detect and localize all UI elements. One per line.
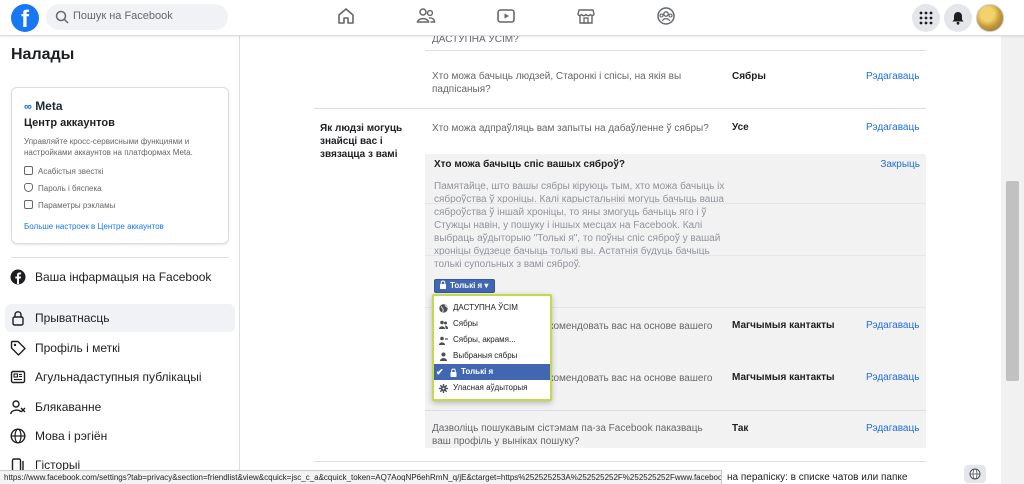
sidebar-item-label: Прыватнасць xyxy=(35,311,110,325)
audience-option-only-me[interactable]: ✔ Толькі я xyxy=(434,364,550,380)
news-icon xyxy=(10,370,26,384)
accounts-center-link[interactable]: Больше настроек в Центре аккаунтов xyxy=(24,222,164,231)
avatar[interactable] xyxy=(976,4,1004,32)
settings-sidebar: Налады ∞ Meta Центр аккаунтов Управляйте… xyxy=(0,36,240,484)
gear-icon xyxy=(439,384,448,393)
settings-title: Налады xyxy=(11,46,75,63)
edit-email-lookup-link[interactable]: Рэдагаваць xyxy=(866,320,919,331)
grid-icon xyxy=(919,11,933,25)
close-link[interactable]: Закрыць xyxy=(880,159,920,170)
email-lookup-value: Магчымыя кантакты xyxy=(732,320,835,331)
globe-icon xyxy=(969,468,981,480)
lock-icon xyxy=(440,280,446,289)
audience-option-public[interactable]: ДАСТУПНА ЎСІМ xyxy=(434,300,550,316)
following-visibility-question: Хто можа бачыць людзей, Старонкі і спісы… xyxy=(432,71,682,95)
sidebar-item-label: Профіль і меткі xyxy=(35,341,121,355)
friends-icon xyxy=(439,320,448,329)
meta-item-personal-details[interactable]: Асабістыя звесткі xyxy=(24,166,103,176)
friends-icon[interactable] xyxy=(416,6,440,28)
meta-infinity-icon: ∞ xyxy=(24,101,32,113)
id-card-icon xyxy=(24,166,33,175)
checkmark-icon: ✔ xyxy=(436,367,444,377)
sidebar-divider xyxy=(11,257,229,258)
home-icon[interactable] xyxy=(336,6,360,28)
globe-icon xyxy=(10,428,26,444)
lock-icon xyxy=(12,311,24,326)
globe-icon xyxy=(439,304,448,313)
search-box[interactable]: Пошук на Facebook xyxy=(46,4,228,30)
phone-lookup-value: Магчымыя кантакты xyxy=(732,372,835,383)
audience-option-friends-except[interactable]: Сябры, акрамя... xyxy=(434,332,550,348)
row-divider xyxy=(425,410,926,411)
email-lookup-question: комендовать вас на основе вашего xyxy=(549,321,713,332)
block-user-icon xyxy=(10,400,26,415)
facebook-icon xyxy=(10,269,26,285)
groups-icon[interactable] xyxy=(656,6,680,28)
video-icon[interactable] xyxy=(496,6,520,28)
friend-list-question: Хто можа бачыць спіс вашых сяброў? xyxy=(434,159,625,170)
friends-except-icon xyxy=(439,336,448,345)
scrollbar-thumb[interactable] xyxy=(1006,181,1019,381)
edit-phone-lookup-link[interactable]: Рэдагаваць xyxy=(866,372,919,383)
notifications-button[interactable] xyxy=(944,4,972,32)
browser-status-url: https://www.facebook.com/settings?tab=pr… xyxy=(0,470,722,484)
phone-lookup-question: комендовать вас на основе вашего xyxy=(549,373,713,384)
audience-option-friends[interactable]: Сябры xyxy=(434,316,550,332)
row-divider xyxy=(425,203,926,204)
privacy-settings-main: ДАСТУПНА ЎСІМ? Хто можа бачыць людзей, С… xyxy=(241,34,1001,484)
friend-list-description: Памятайце, што вашы сябры кіруюць тым, х… xyxy=(434,181,725,270)
top-navigation-bar: f Пошук на Facebook xyxy=(0,0,1024,36)
search-input[interactable]: Пошук на Facebook xyxy=(73,10,173,22)
menu-grid-button[interactable] xyxy=(912,4,940,32)
sidebar-item-privacy[interactable]: Прыватнасць xyxy=(5,304,235,332)
audience-option-custom[interactable]: Уласная аўдыторыя xyxy=(434,380,550,396)
bell-icon xyxy=(952,12,964,25)
sidebar-item-public-posts[interactable]: Агульнадаступныя публікацыі xyxy=(5,363,235,391)
facebook-logo[interactable]: f xyxy=(11,4,39,32)
row-divider xyxy=(425,50,926,51)
accounts-center-description: Управляйте кросс-сервисными функциями и … xyxy=(24,137,193,157)
specific-friends-icon xyxy=(440,352,447,361)
edit-friend-requests-link[interactable]: Рэдагаваць xyxy=(866,122,919,133)
audience-selector-button[interactable]: Толькі я ▾ xyxy=(434,279,496,293)
sidebar-item-label: Мова і рэгіён xyxy=(35,429,108,443)
globe-corner-button[interactable] xyxy=(964,465,986,483)
lock-icon xyxy=(450,368,457,377)
accounts-center-title: Центр аккаунтов xyxy=(24,117,115,129)
sidebar-item-blocking[interactable]: Блякаванне xyxy=(5,393,235,421)
section-divider xyxy=(314,461,926,462)
shield-icon xyxy=(24,183,33,192)
marketplace-icon[interactable] xyxy=(576,6,600,28)
meta-logo: ∞ Meta xyxy=(24,99,63,113)
sidebar-item-label: Ваша інфармацыя на Facebook xyxy=(35,270,212,284)
page-scrollbar[interactable] xyxy=(1001,36,1024,484)
edit-search-engine-link[interactable]: Рэдагаваць xyxy=(866,423,919,434)
friend-requests-value: Усе xyxy=(732,122,749,133)
row-divider xyxy=(425,255,926,256)
section-divider xyxy=(314,108,926,109)
meta-item-ad-preferences[interactable]: Параметры рэкламы xyxy=(24,200,115,210)
section-title-find-contact: Як людзі могуць знайсці вас і звязацца з… xyxy=(320,123,403,160)
edit-following-visibility-link[interactable]: Рэдагаваць xyxy=(866,71,919,82)
search-engine-value: Так xyxy=(732,423,749,434)
accounts-center-card[interactable]: ∞ Meta Центр аккаунтов Управляйте кросс-… xyxy=(11,87,229,244)
sidebar-item-profile-tagging[interactable]: Профіль і меткі xyxy=(5,334,235,362)
caret-down-icon: ▾ xyxy=(484,281,489,290)
meta-item-password-security[interactable]: Пароль і бяспека xyxy=(24,183,102,193)
audience-option-specific-friends[interactable]: Выбраныя сябры xyxy=(434,348,550,364)
monitor-icon xyxy=(24,200,33,209)
search-engine-question: Дазволіць пошукавым сістэмам па-за Faceb… xyxy=(432,423,703,447)
search-icon xyxy=(55,10,69,24)
tag-icon xyxy=(10,340,26,356)
sidebar-item-label: Агульнадаступныя публікацыі xyxy=(35,370,202,384)
sidebar-item-your-information[interactable]: Ваша інфармацыя на Facebook xyxy=(5,263,235,291)
following-visibility-value: Сябры xyxy=(732,71,766,82)
audience-dropdown: ДАСТУПНА ЎСІМ Сябры Сябры, акрамя... Выб… xyxy=(432,294,552,401)
sidebar-item-language-region[interactable]: Мова і рэгіён xyxy=(5,422,235,450)
cut-row-text-bottom: на перапіску: в списке чатов или папке xyxy=(727,472,908,483)
sidebar-item-label: Блякаванне xyxy=(35,400,102,414)
friend-requests-question: Хто можа адпраўляць вам запыты на дабаўл… xyxy=(432,123,709,134)
